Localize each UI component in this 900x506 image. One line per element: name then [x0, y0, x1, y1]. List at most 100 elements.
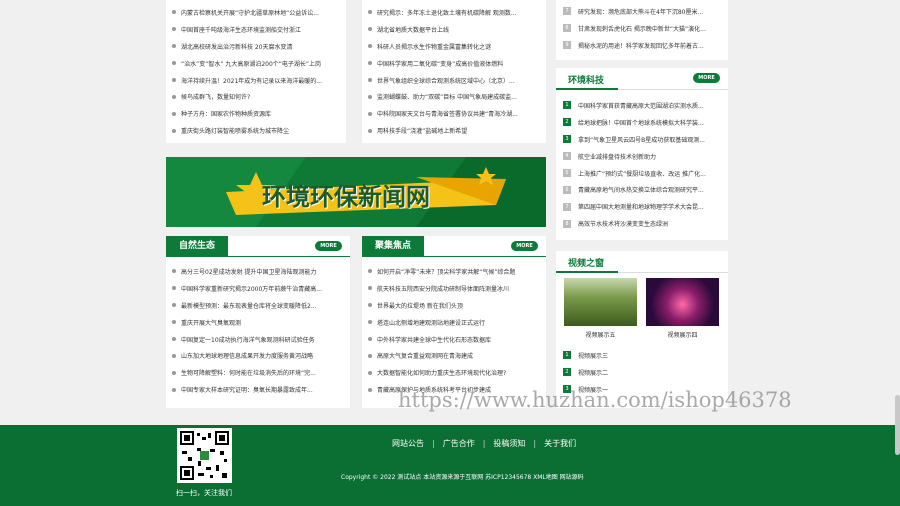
ranked-list-item[interactable]: 7 研究发现：濒危底部大熊斗在4年下沉80厘米...: [556, 3, 728, 20]
list-item-title[interactable]: 用科技手段“浇灌”盐碱地上新希望: [377, 126, 467, 135]
banner[interactable]: 环境环保新闻网: [166, 157, 546, 227]
list-item[interactable]: 海洋持续升温！2021年成为有记录以来海洋最暖的...: [166, 72, 346, 89]
list-item[interactable]: 世界最大的拉堤场 新在我们头顶: [362, 297, 546, 314]
list-item-title[interactable]: 候鸟成群飞，数量知何许?: [181, 92, 250, 101]
video-thumb-label[interactable]: 视频展示四: [646, 330, 719, 339]
list-item-title[interactable]: 甘肃发现刺舌虎化石 揭示晚中新世“大猫”演化...: [578, 24, 706, 33]
ranked-list-item[interactable]: 8 高效节水技术将沙漠变变生态绿洲: [556, 215, 728, 232]
list-item[interactable]: 大数据智能化如何助力重庆生态环境现代化治理?: [362, 364, 546, 381]
list-item[interactable]: 中国科学家重新研究揭示2000万年前蕨牛治青藏高...: [166, 280, 350, 297]
more-button[interactable]: MORE: [693, 73, 720, 83]
list-item-title[interactable]: 中国首座千吨级海洋生态环境监测船交付浙江: [181, 25, 301, 34]
footer-link-notice[interactable]: 网站公告: [392, 438, 424, 449]
list-item-title[interactable]: 内蒙古检察机关开展“守护北疆草原林地”公益诉讼...: [181, 8, 319, 17]
list-item[interactable]: 塔连山北侧增地建观测站地建设正式运行: [362, 314, 546, 331]
list-item-title[interactable]: 航空业减排盘待技术创新助力: [578, 152, 656, 161]
list-item-title[interactable]: 高效节水技术将沙漠变变生态绿洲: [578, 219, 668, 228]
list-item-title[interactable]: 如何开启“净零”未来？顶尖科学家共解“气候”综合题: [377, 267, 515, 276]
list-item-title[interactable]: 研究发现：濒危底部大熊斗在4年下沉80厘米...: [578, 7, 703, 16]
list-item-title[interactable]: “治水”变“智水” 九大高原湖泊200个“电子湖长”上岗: [181, 59, 321, 68]
list-item-title[interactable]: 航天科技五院西安分院成功研制导体面阵测量冰川: [377, 284, 509, 293]
list-item[interactable]: 监测蝴蝶鼓、助力“双碳”目标 中国气象局建成碳监...: [362, 88, 546, 105]
list-item-title[interactable]: 生物可降解塑料：何时能在垃圾消失后的环境“完...: [181, 368, 316, 377]
list-item-title[interactable]: 中外科学家共建全球中生代化石形态数据库: [377, 335, 491, 344]
list-item-title[interactable]: 种子方舟：国家农作物种质资源库: [181, 109, 271, 118]
list-item-title[interactable]: 重庆街头路灯装智能喷雾系统为城市降尘: [181, 126, 289, 135]
list-item[interactable]: 研究揭示：多年冻土退化致土壤有机碳降解 观测数...: [362, 4, 546, 21]
list-item-title[interactable]: 海洋持续升温！2021年成为有记录以来海洋最暖的...: [181, 76, 322, 85]
ranked-list-item[interactable]: 1 视频展示三: [556, 347, 728, 364]
list-item[interactable]: 内蒙古检察机关开展“守护北疆草原林地”公益诉讼...: [166, 4, 346, 21]
list-item[interactable]: 世界气象组织全球综合观测系统区域中心（北京）...: [362, 72, 546, 89]
ranked-list-item[interactable]: 4 航空业减排盘待技术创新助力: [556, 148, 728, 165]
list-item-title[interactable]: 中国复定一10成功执行海洋气象观测科研试验任务: [181, 335, 315, 344]
list-item-title[interactable]: 给地球把脉！中国首个地球系统模拟大科学装...: [578, 118, 704, 127]
list-item-title[interactable]: 湖北高校研发出治污新科技 20天腐水变清: [181, 42, 293, 51]
list-item[interactable]: “治水”变“智水” 九大高原湖泊200个“电子湖长”上岗: [166, 55, 346, 72]
list-item[interactable]: 重庆开展大气臭氧观测: [166, 314, 350, 331]
ranked-list-item[interactable]: 7 第四届中国大地测量和地球物理学学术大会昆...: [556, 198, 728, 215]
list-item[interactable]: 中国复定一10成功执行海洋气象观测科研试验任务: [166, 331, 350, 348]
list-item[interactable]: 中国首座千吨级海洋生态环境监测船交付浙江: [166, 21, 346, 38]
list-item-title[interactable]: 监测蝴蝶鼓、助力“双碳”目标 中国气象局建成碳监...: [377, 92, 517, 101]
list-item-title[interactable]: 中科院国家天文台与青海省签署协议共建“青海冷湖...: [377, 109, 518, 118]
list-item-title[interactable]: 塔连山北侧增地建观测站地建设正式运行: [377, 318, 485, 327]
list-item-title[interactable]: 中国科学家用二氧化碳“变身”成高价值液体燃料: [377, 59, 503, 68]
list-item-title[interactable]: 揭秘水泥的用途！科学家发现回忆多年前着古...: [578, 41, 704, 50]
list-item[interactable]: 最新模型预测：最东现表量仓库将全球变暖降低2...: [166, 297, 350, 314]
footer-link-about[interactable]: 关于我们: [544, 438, 576, 449]
list-item[interactable]: 山东加大地球地理信息成果开发力度服务黄河战略: [166, 347, 350, 364]
ranked-list-item[interactable]: 2 视频展示二: [556, 364, 728, 381]
list-item[interactable]: 生物可降解塑料：何时能在垃圾消失后的环境“完...: [166, 364, 350, 381]
list-item[interactable]: 湖北省地质大数据平台上线: [362, 21, 546, 38]
list-item[interactable]: 用科技手段“浇灌”盐碱地上新希望: [362, 122, 546, 139]
ranked-list-item[interactable]: 9 揭秘水泥的用途！科学家发现回忆多年前着古...: [556, 37, 728, 54]
list-item-title[interactable]: 世界最大的拉堤场 新在我们头顶: [377, 301, 463, 310]
list-item[interactable]: 中国专家大样本研究证明：臭氧长期暴露致成年...: [166, 381, 350, 398]
list-item[interactable]: 中国科学家用二氧化碳“变身”成高价值液体燃料: [362, 55, 546, 72]
ranked-list-item[interactable]: 2 给地球把脉！中国首个地球系统模拟大科学装...: [556, 114, 728, 131]
scrollbar[interactable]: [895, 395, 900, 455]
video-thumb[interactable]: [646, 278, 719, 326]
list-item-title[interactable]: 湖北省地质大数据平台上线: [377, 25, 449, 34]
list-item-title[interactable]: 上海推广“预约式”餐厨垃圾直收、改运 推广化...: [578, 169, 706, 178]
ranked-list-item[interactable]: 5 上海推广“预约式”餐厨垃圾直收、改运 推广化...: [556, 165, 728, 182]
list-item[interactable]: 候鸟成群飞，数量知何许?: [166, 88, 346, 105]
list-item-title[interactable]: 中国科学家重新研究揭示2000万年前蕨牛治青藏高...: [181, 284, 322, 293]
qr-code[interactable]: [177, 428, 232, 483]
list-item-title[interactable]: 青藏高原地气间水热交换立体综合观测研究平...: [578, 185, 704, 194]
list-item-title[interactable]: 视频展示二: [578, 368, 608, 377]
video-thumb-label[interactable]: 视频展示五: [564, 330, 637, 339]
list-item[interactable]: 种子方舟：国家农作物种质资源库: [166, 105, 346, 122]
list-item-title[interactable]: 最新模型预测：最东现表量仓库将全球变暖降低2...: [181, 301, 317, 310]
list-item[interactable]: 如何开启“净零”未来？顶尖科学家共解“气候”综合题: [362, 263, 546, 280]
list-item-title[interactable]: 重庆开展大气臭氧观测: [181, 318, 241, 327]
ranked-list-item[interactable]: 3 拿到“气象卫星风云四号B星成功获取基础观测...: [556, 131, 728, 148]
list-item-title[interactable]: 大数据智能化如何助力重庆生态环境现代化治理?: [377, 368, 506, 377]
list-item-title[interactable]: 中国专家大样本研究证明：臭氧长期暴露致成年...: [181, 385, 313, 394]
list-item-title[interactable]: 科研人员揭示水生作物重金属富集转化之谜: [377, 42, 491, 51]
list-item[interactable]: 中科院国家天文台与青海省签署协议共建“青海冷湖...: [362, 105, 546, 122]
list-item-title[interactable]: 高原大气复合重益观测网在青海建成: [377, 351, 473, 360]
list-item-title[interactable]: 拿到“气象卫星风云四号B星成功获取基础观测...: [578, 135, 705, 144]
list-item[interactable]: 高分三号02星成功发射 提升中国卫星海陆观测能力: [166, 263, 350, 280]
ranked-list-item[interactable]: 6 青藏高原地气间水热交换立体综合观测研究平...: [556, 181, 728, 198]
ranked-list-item[interactable]: 1 中国科学家首获青藏高原大范围湖泊实测水质...: [556, 97, 728, 114]
list-item[interactable]: 重庆街头路灯装智能喷雾系统为城市降尘: [166, 122, 346, 139]
list-item-title[interactable]: 研究揭示：多年冻土退化致土壤有机碳降解 观测数...: [377, 8, 517, 17]
list-item[interactable]: 航天科技五院西安分院成功研制导体面阵测量冰川: [362, 280, 546, 297]
list-item-title[interactable]: 高分三号02星成功发射 提升中国卫星海陆观测能力: [181, 267, 317, 276]
ranked-list-item[interactable]: 8 甘肃发现刺舌虎化石 揭示晚中新世“大猫”演化...: [556, 20, 728, 37]
list-item-title[interactable]: 视频展示三: [578, 351, 608, 360]
footer-link-ads[interactable]: 广告合作: [443, 438, 475, 449]
more-button[interactable]: MORE: [511, 241, 538, 251]
list-item[interactable]: 科研人员揭示水生作物重金属富集转化之谜: [362, 38, 546, 55]
list-item-title[interactable]: 世界气象组织全球综合观测系统区域中心（北京）...: [377, 76, 515, 85]
list-item[interactable]: 高原大气复合重益观测网在青海建成: [362, 347, 546, 364]
list-item-title[interactable]: 中国科学家首获青藏高原大范围湖泊实测水质...: [578, 101, 704, 110]
more-button[interactable]: MORE: [315, 241, 342, 251]
list-item-title[interactable]: 山东加大地球地理信息成果开发力度服务黄河战略: [181, 351, 313, 360]
list-item-title[interactable]: 第四届中国大地测量和地球物理学学术大会昆...: [578, 202, 704, 211]
list-item[interactable]: 中外科学家共建全球中生代化石形态数据库: [362, 331, 546, 348]
footer-link-submit[interactable]: 投稿须知: [493, 438, 525, 449]
